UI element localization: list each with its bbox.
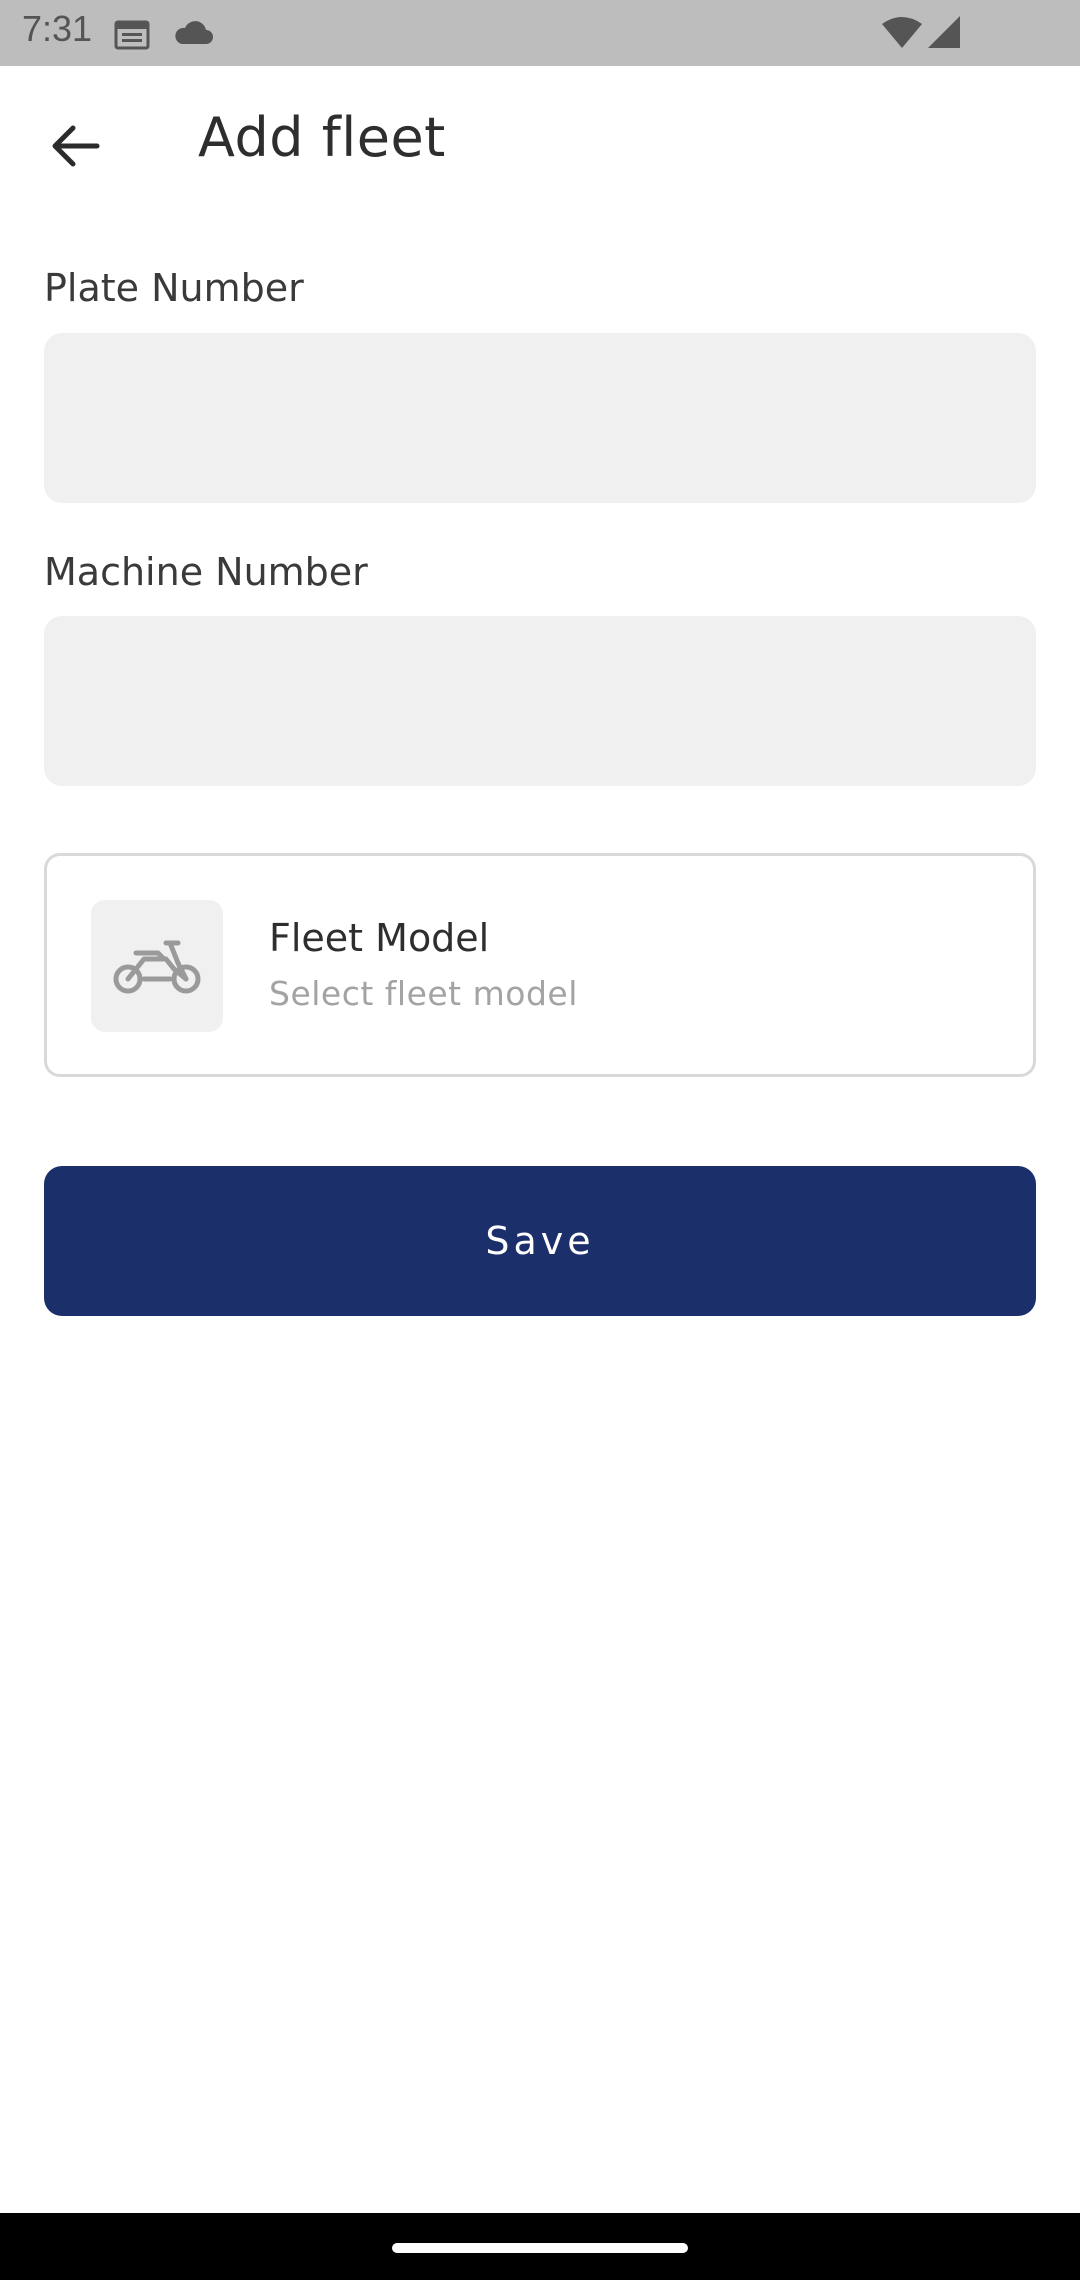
arrow-back-icon (51, 124, 101, 172)
wifi-icon (880, 16, 924, 54)
back-button[interactable] (36, 108, 116, 188)
page-title: Add fleet (198, 106, 446, 169)
status-time: 7:31 (22, 8, 93, 49)
signal-icon (926, 14, 962, 54)
save-button[interactable]: Save (44, 1166, 1036, 1316)
cloud-icon (172, 20, 214, 50)
machine-number-label: Machine Number (44, 550, 368, 594)
fleet-model-icon-box (91, 900, 223, 1032)
fleet-model-picker[interactable]: Fleet Model Select fleet model (44, 853, 1036, 1077)
plate-number-label: Plate Number (44, 266, 304, 310)
fleet-model-subtitle: Select fleet model (269, 974, 578, 1013)
machine-number-input[interactable] (44, 616, 1036, 786)
app-bar: Add fleet (0, 66, 1080, 218)
plate-number-input[interactable] (44, 333, 1036, 503)
motorcycle-icon (112, 933, 202, 999)
fleet-model-title: Fleet Model (269, 916, 490, 960)
home-indicator[interactable] (392, 2243, 688, 2253)
status-bar: 7:31 (0, 0, 1080, 66)
calendar-icon (114, 18, 150, 54)
system-nav-bar (0, 2213, 1080, 2280)
